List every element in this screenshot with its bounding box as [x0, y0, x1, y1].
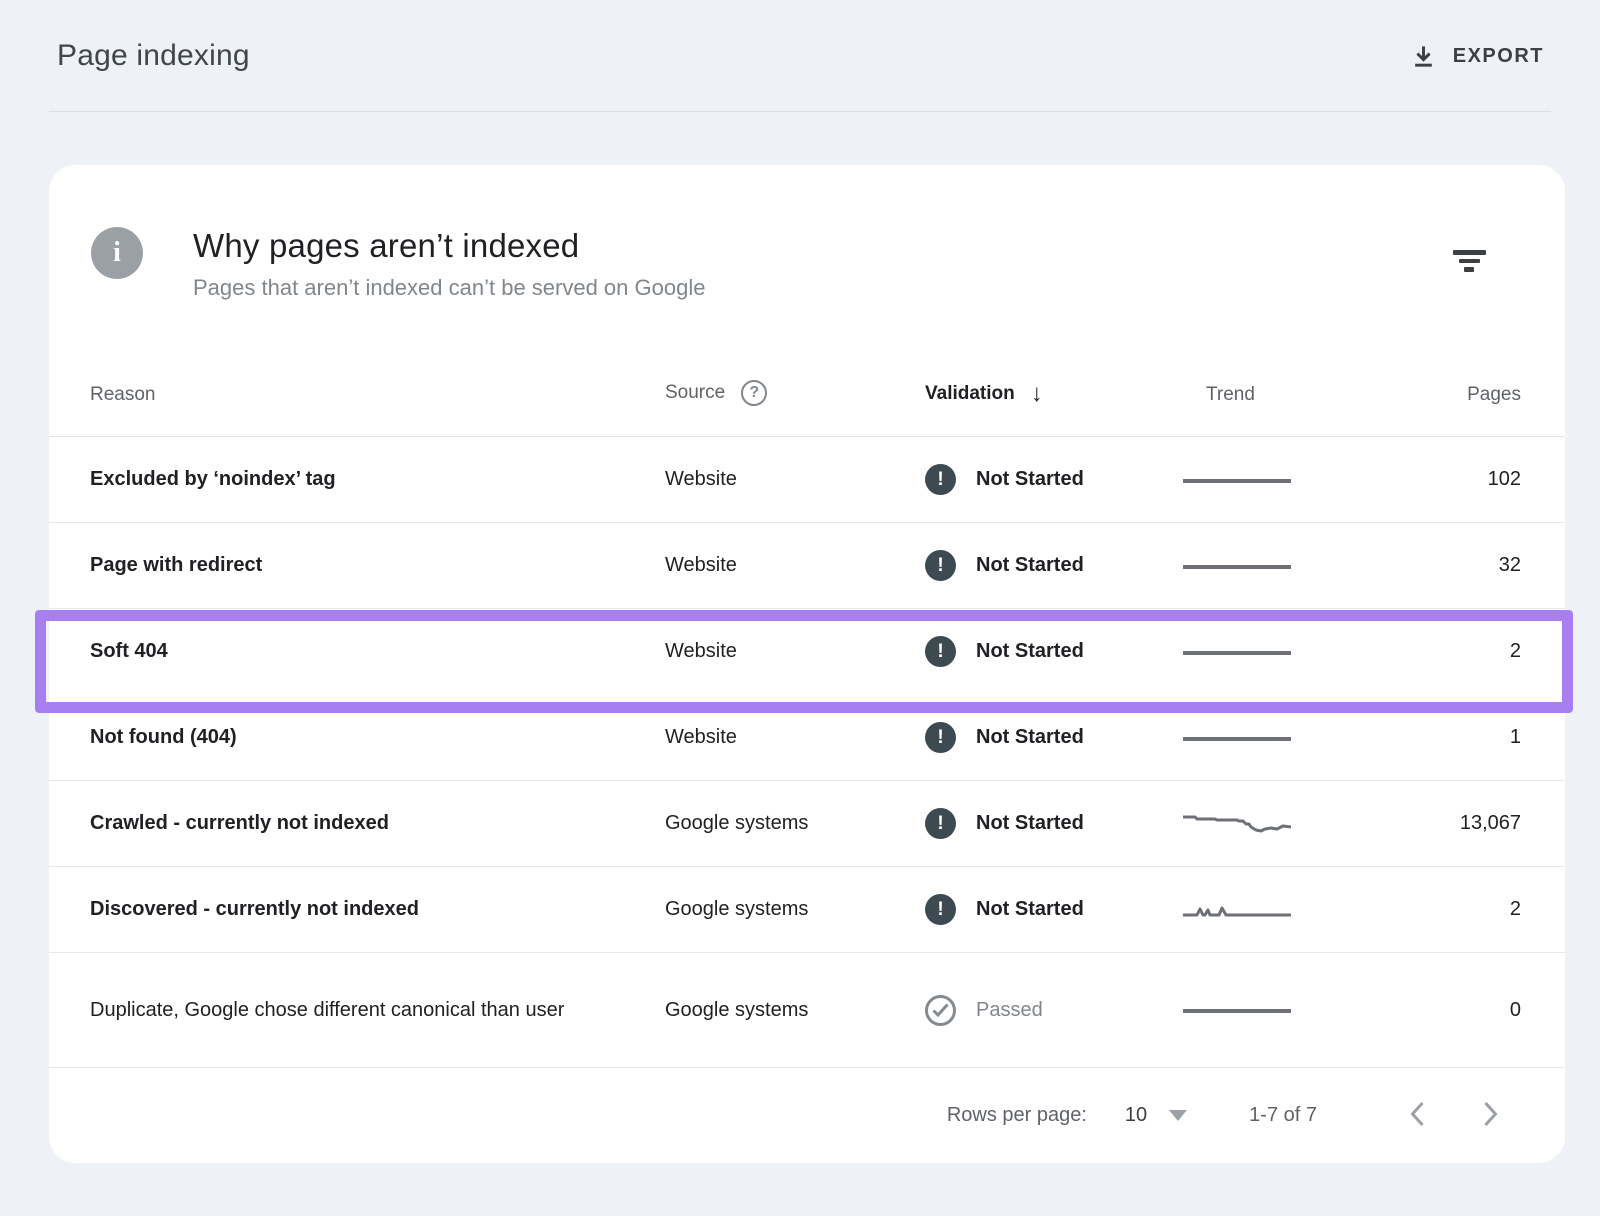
- source-cell: Website: [665, 640, 925, 663]
- pages-cell: 32: [1390, 554, 1521, 577]
- table-row[interactable]: Crawled - currently not indexed Google s…: [49, 781, 1565, 867]
- reason-cell[interactable]: Soft 404: [90, 635, 590, 668]
- download-icon: [1410, 43, 1437, 70]
- source-cell: Website: [665, 554, 925, 577]
- source-cell: Google systems: [665, 812, 925, 835]
- validation-cell: ! Not Started: [925, 636, 1160, 667]
- exclamation-icon: !: [925, 464, 956, 495]
- reason-cell[interactable]: Crawled - currently not indexed: [90, 807, 590, 840]
- exclamation-icon: !: [925, 550, 956, 581]
- arrow-down-icon: ↓: [1031, 382, 1043, 406]
- check-icon: [925, 995, 956, 1026]
- column-header-trend[interactable]: Trend: [1160, 384, 1390, 406]
- card-title: Why pages aren’t indexed: [193, 227, 705, 265]
- table-row[interactable]: Not found (404) Website ! Not Started 1: [49, 695, 1565, 781]
- exclamation-icon: !: [925, 894, 956, 925]
- trend-sparkline: [1160, 812, 1390, 836]
- rows-per-page-label: Rows per page:: [947, 1104, 1087, 1127]
- table-row-soft-404[interactable]: Soft 404 Website ! Not Started 2: [49, 609, 1565, 695]
- trend-sparkline: [1160, 726, 1390, 750]
- validation-cell: Passed: [925, 995, 1160, 1026]
- trend-sparkline: [1160, 554, 1390, 578]
- pagination-range: 1-7 of 7: [1249, 1104, 1317, 1127]
- source-cell: Website: [665, 726, 925, 749]
- reason-cell[interactable]: Excluded by ‘noindex’ tag: [90, 463, 590, 496]
- filter-icon: [1453, 250, 1486, 255]
- question-mark-icon[interactable]: ?: [741, 380, 767, 406]
- pages-cell: 1: [1390, 726, 1521, 749]
- card-subtitle: Pages that aren’t indexed can’t be serve…: [193, 275, 705, 301]
- column-header-source[interactable]: Source ?: [665, 380, 925, 406]
- indexing-report-card: i Why pages aren’t indexed Pages that ar…: [49, 165, 1565, 1163]
- trend-sparkline: [1160, 640, 1390, 664]
- validation-cell: ! Not Started: [925, 550, 1160, 581]
- table-row[interactable]: Duplicate, Google chose different canoni…: [49, 953, 1565, 1068]
- export-button[interactable]: EXPORT: [1406, 35, 1548, 78]
- reason-cell[interactable]: Page with redirect: [90, 549, 590, 582]
- previous-page-button[interactable]: [1395, 1094, 1439, 1138]
- exclamation-icon: !: [925, 636, 956, 667]
- pages-cell: 102: [1390, 468, 1521, 491]
- column-header-reason[interactable]: Reason: [90, 384, 665, 406]
- exclamation-icon: !: [925, 808, 956, 839]
- trend-sparkline: [1160, 898, 1390, 922]
- validation-cell: ! Not Started: [925, 808, 1160, 839]
- table-row[interactable]: Discovered - currently not indexed Googl…: [49, 867, 1565, 953]
- source-cell: Website: [665, 468, 925, 491]
- card-header: i Why pages aren’t indexed Pages that ar…: [49, 165, 1565, 302]
- table-row[interactable]: Page with redirect Website ! Not Started…: [49, 523, 1565, 609]
- chevron-left-icon: [1409, 1101, 1425, 1130]
- pages-cell: 2: [1390, 640, 1521, 663]
- validation-cell: ! Not Started: [925, 894, 1160, 925]
- validation-cell: ! Not Started: [925, 722, 1160, 753]
- table-footer: Rows per page: 10 1-7 of 7: [49, 1068, 1565, 1163]
- exclamation-icon: !: [925, 722, 956, 753]
- page-title: Page indexing: [57, 39, 250, 73]
- column-header-pages[interactable]: Pages: [1390, 384, 1521, 406]
- reason-cell[interactable]: Discovered - currently not indexed: [90, 893, 590, 926]
- table-row[interactable]: Excluded by ‘noindex’ tag Website ! Not …: [49, 437, 1565, 523]
- source-cell: Google systems: [665, 999, 925, 1022]
- validation-cell: ! Not Started: [925, 464, 1160, 495]
- trend-sparkline: [1160, 468, 1390, 492]
- table-header: Reason Source ? Validation ↓ Trend Pages: [49, 302, 1565, 437]
- chevron-right-icon: [1483, 1101, 1499, 1130]
- reason-cell[interactable]: Duplicate, Google chose different canoni…: [90, 994, 590, 1027]
- source-cell: Google systems: [665, 898, 925, 921]
- export-label: EXPORT: [1453, 45, 1544, 68]
- reason-cell[interactable]: Not found (404): [90, 721, 590, 754]
- column-header-validation[interactable]: Validation ↓: [925, 382, 1160, 406]
- rows-per-page-value: 10: [1125, 1104, 1147, 1127]
- trend-sparkline: [1160, 998, 1390, 1022]
- triangle-down-icon: [1169, 1110, 1187, 1121]
- info-icon: i: [91, 227, 143, 279]
- pages-cell: 13,067: [1390, 812, 1521, 835]
- pages-cell: 2: [1390, 898, 1521, 921]
- rows-per-page-select[interactable]: 10: [1125, 1104, 1187, 1127]
- filter-button[interactable]: [1447, 241, 1491, 281]
- next-page-button[interactable]: [1469, 1094, 1513, 1138]
- pages-cell: 0: [1390, 999, 1521, 1022]
- topbar: Page indexing EXPORT: [0, 0, 1600, 112]
